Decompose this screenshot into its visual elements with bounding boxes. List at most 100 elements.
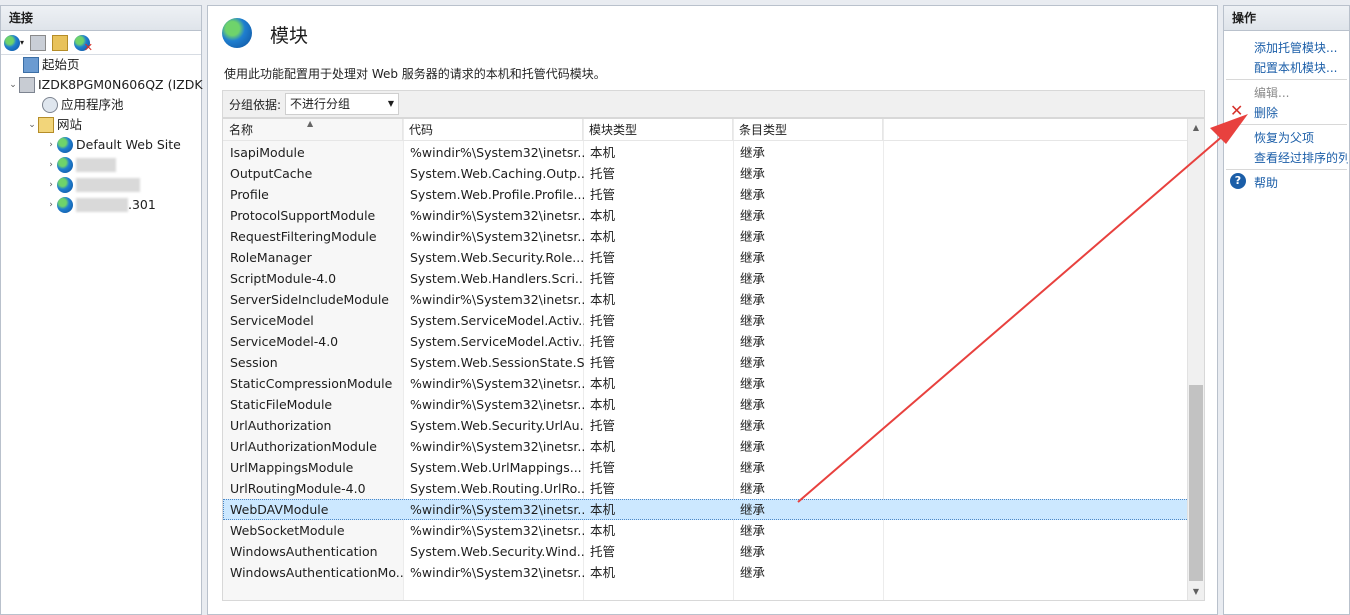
save-icon[interactable] [30, 34, 47, 51]
column-header-code[interactable]: 代码 [403, 119, 583, 141]
cell-code: %windir%\System32\inetsr... [410, 502, 584, 517]
tree-item-server[interactable]: ⌄ IZDK8PGM0N606QZ (IZDK [7, 75, 203, 95]
grid-body: IsapiModule %windir%\System32\inetsr... 本机… [223, 142, 1189, 583]
tree-item-default-web-site[interactable]: › Default Web Site [45, 135, 181, 155]
cell-code: System.Web.Routing.UrlRo... [410, 481, 584, 496]
sort-ascending-icon: ▲ [307, 119, 314, 128]
help-link[interactable]: 帮助 [1254, 174, 1278, 191]
cell-name: OutputCache [230, 166, 313, 181]
scroll-down-icon[interactable]: ▼ [1188, 583, 1204, 600]
cell-code: System.Web.Caching.Outp... [410, 166, 584, 181]
cell-module-type: 托管 [590, 418, 616, 433]
tree-label: .301 [128, 197, 156, 212]
table-row[interactable]: UrlRoutingModule-4.0 System.Web.Routing.U… [223, 478, 1189, 499]
expand-chevron-icon[interactable]: › [45, 135, 57, 155]
cell-entry-type: 继承 [740, 481, 766, 496]
table-row[interactable]: RoleManager System.Web.Security.Role... 托管… [223, 247, 1189, 268]
table-row[interactable]: OutputCache System.Web.Caching.Outp... 托管 继… [223, 163, 1189, 184]
cell-module-type: 托管 [590, 187, 616, 202]
table-row[interactable]: ServiceModel-4.0 System.ServiceModel.Acti… [223, 331, 1189, 352]
tree-label: 网站 [57, 117, 83, 132]
table-row[interactable]: ScriptModule-4.0 System.Web.Handlers.Scri… [223, 268, 1189, 289]
table-row[interactable]: WebDAVModule %windir%\System32\inetsr... 本… [223, 499, 1189, 520]
table-row[interactable]: WebSocketModule %windir%\System32\inetsr.… [223, 520, 1189, 541]
column-header-module-type[interactable]: 模块类型 [583, 119, 733, 141]
cell-entry-type: 继承 [740, 187, 766, 202]
expand-chevron-icon[interactable]: › [45, 175, 57, 195]
cell-name: IsapiModule [230, 145, 305, 160]
iis-manager-window: 连接 ▾ ✕ 起始页 ⌄ IZDK8PGM0N606QZ (IZDK 应用程序池 [0, 0, 1350, 615]
cell-name: StaticCompressionModule [230, 376, 393, 391]
table-row[interactable]: IsapiModule %windir%\System32\inetsr... 本机… [223, 142, 1189, 163]
collapse-chevron-icon[interactable]: ⌄ [26, 115, 38, 135]
header-label: 名称 [229, 123, 254, 137]
view-ordered-list-link[interactable]: 查看经过排序的列表... [1254, 149, 1348, 166]
cell-entry-type: 继承 [740, 208, 766, 223]
cell-module-type: 本机 [590, 565, 616, 580]
table-row[interactable]: UrlAuthorization System.Web.Security.UrlA… [223, 415, 1189, 436]
delete-link[interactable]: 删除 [1254, 104, 1278, 121]
table-row[interactable]: Profile System.Web.Profile.Profile... 托管 继承 [223, 184, 1189, 205]
column-header-entry-type[interactable]: 条目类型 [733, 119, 883, 141]
edit-link[interactable]: 编辑... [1254, 84, 1289, 101]
connections-toolbar: ▾ ✕ [1, 31, 201, 55]
cell-entry-type: 继承 [740, 313, 766, 328]
tree-item-sites[interactable]: ⌄ 网站 [26, 115, 82, 135]
cell-entry-type: 继承 [740, 334, 766, 349]
configure-native-module-link[interactable]: 配置本机模块... [1254, 59, 1337, 76]
cell-code: %windir%\System32\inetsr... [410, 145, 584, 160]
scroll-up-icon[interactable]: ▲ [1188, 119, 1204, 136]
group-by-value: 不进行分组 [290, 97, 351, 111]
table-row[interactable]: UrlMappingsModule System.Web.UrlMappings.… [223, 457, 1189, 478]
redacted-label [76, 198, 128, 212]
scroll-thumb[interactable] [1189, 385, 1203, 581]
cell-code: System.Web.Security.Wind... [410, 544, 584, 559]
tree-label: IZDK8PGM0N606QZ (IZDK [38, 77, 203, 92]
expand-chevron-icon[interactable]: › [45, 155, 57, 175]
table-row[interactable]: WindowsAuthentication System.Web.Security… [223, 541, 1189, 562]
group-by-select[interactable]: 不进行分组 ▼ [285, 93, 400, 115]
cell-module-type: 本机 [590, 397, 616, 412]
cell-name: ServiceModel [230, 313, 314, 328]
table-row[interactable]: RequestFilteringModule %windir%\System32\… [223, 226, 1189, 247]
chevron-down-icon[interactable]: ▾ [20, 38, 24, 47]
tree-item-site-4[interactable]: › .301 [45, 195, 156, 215]
table-row[interactable]: UrlAuthorizationModule %windir%\System32\… [223, 436, 1189, 457]
table-row[interactable]: Session System.Web.SessionState.S... 托管 继承 [223, 352, 1189, 373]
cell-name: Session [230, 355, 278, 370]
table-row[interactable]: WindowsAuthenticationMo... %windir%\Syste… [223, 562, 1189, 583]
column-header-name[interactable]: 名称 ▲ [223, 119, 403, 141]
collapse-chevron-icon[interactable]: ⌄ [7, 75, 19, 95]
revert-to-parent-link[interactable]: 恢复为父项 [1254, 129, 1314, 146]
add-managed-module-link[interactable]: 添加托管模块... [1254, 39, 1337, 56]
site-globe-icon [57, 177, 73, 193]
table-row[interactable]: ProtocolSupportModule %windir%\System32\i… [223, 205, 1189, 226]
tree-item-site-2[interactable]: › [45, 155, 116, 175]
vertical-scrollbar[interactable]: ▲ ▼ [1187, 119, 1204, 600]
connect-globe-icon[interactable] [4, 34, 20, 51]
cell-name: Profile [230, 187, 269, 202]
table-row[interactable]: ServiceModel System.ServiceModel.Activ...… [223, 310, 1189, 331]
cell-entry-type: 继承 [740, 418, 766, 433]
actions-pane: 操作 添加托管模块... 配置本机模块... 编辑... ✕ 删除 恢复为父项 … [1223, 5, 1350, 615]
page-title: 模块 [270, 25, 309, 47]
expand-chevron-icon[interactable]: › [45, 195, 57, 215]
cell-module-type: 本机 [590, 292, 616, 307]
tree-item-start-page[interactable]: 起始页 [23, 55, 80, 75]
table-row[interactable]: StaticFileModule %windir%\System32\inetsr… [223, 394, 1189, 415]
tree-label: Default Web Site [76, 137, 181, 152]
tree-item-site-3[interactable]: › [45, 175, 140, 195]
actions-title: 操作 [1224, 6, 1349, 31]
table-row[interactable]: ServerSideIncludeModule %windir%\System32… [223, 289, 1189, 310]
cell-entry-type: 继承 [740, 250, 766, 265]
cell-entry-type: 继承 [740, 292, 766, 307]
up-folder-icon[interactable] [52, 34, 69, 51]
cell-name: UrlMappingsModule [230, 460, 354, 475]
table-row[interactable]: StaticCompressionModule %windir%\System32… [223, 373, 1189, 394]
tree-item-app-pools[interactable]: 应用程序池 [42, 95, 124, 115]
cell-name: RoleManager [230, 250, 312, 265]
cell-code: %windir%\System32\inetsr... [410, 208, 584, 223]
site-globe-icon [57, 137, 73, 153]
sites-folder-icon [38, 117, 54, 133]
disconnect-icon[interactable]: ✕ [74, 34, 93, 54]
